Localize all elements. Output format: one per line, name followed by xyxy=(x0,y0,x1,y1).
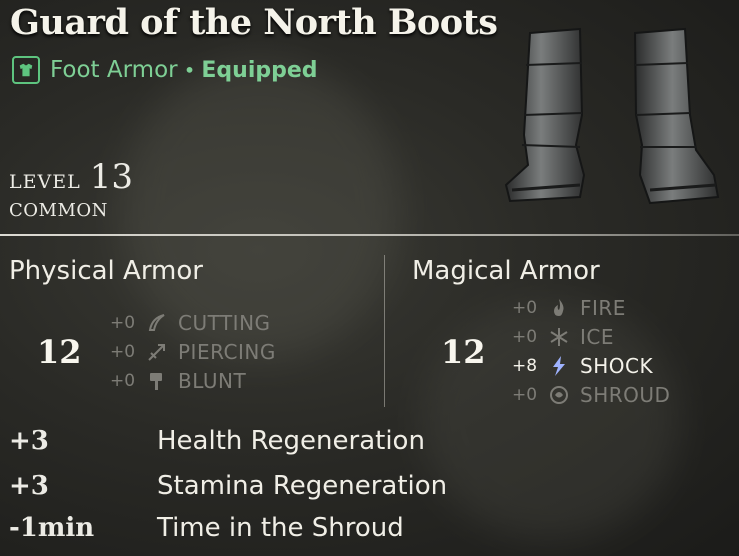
item-category: Foot Armor xyxy=(50,57,178,83)
cutting-label: CUTTING xyxy=(178,310,271,335)
equipped-status: Equipped xyxy=(201,57,318,83)
magical-armor-total: 12 xyxy=(441,333,486,371)
shroud-value: +0 xyxy=(512,384,538,405)
piercing-value: +0 xyxy=(110,341,136,362)
section-divider xyxy=(0,234,739,236)
shroud-time-value: -1min xyxy=(9,513,95,543)
level-value: 13 xyxy=(89,157,133,197)
magical-armor-list: +0 FIRE +0 ICE +8 SHOCK +0 SHROUD xyxy=(512,293,670,409)
magical-row-shock: +8 SHOCK xyxy=(512,351,670,380)
bonus-row-health: +3 Health Regeneration xyxy=(9,426,425,456)
magical-row-shroud: +0 SHROUD xyxy=(512,380,670,409)
ice-label: ICE xyxy=(580,324,614,349)
left-boot xyxy=(504,27,586,203)
blunt-value: +0 xyxy=(110,370,136,391)
fire-label: FIRE xyxy=(580,295,626,320)
right-boot xyxy=(633,27,720,205)
cutting-icon xyxy=(146,312,168,334)
shroud-time-label: Time in the Shroud xyxy=(157,513,404,543)
physical-row-piercing: +0 PIERCING xyxy=(110,337,276,366)
magical-armor-title: Magical Armor xyxy=(412,256,600,286)
health-regen-label: Health Regeneration xyxy=(157,426,425,456)
blunt-icon xyxy=(146,370,168,392)
lightning-icon xyxy=(548,355,570,377)
stamina-regen-label: Stamina Regeneration xyxy=(157,471,448,501)
bonus-row-stamina: +3 Stamina Regeneration xyxy=(9,471,447,501)
piercing-icon xyxy=(146,341,168,363)
column-separator xyxy=(384,255,385,407)
shroud-icon xyxy=(548,384,570,406)
physical-armor-title: Physical Armor xyxy=(9,256,203,286)
physical-armor-list: +0 CUTTING +0 PIERCING +0 BLUNT xyxy=(110,308,276,395)
magical-row-fire: +0 FIRE xyxy=(512,293,670,322)
armor-category-icon xyxy=(12,56,40,84)
stamina-regen-value: +3 xyxy=(9,471,49,501)
snowflake-icon xyxy=(548,326,570,348)
physical-row-cutting: +0 CUTTING xyxy=(110,308,276,337)
piercing-label: PIERCING xyxy=(178,339,276,364)
physical-armor-total: 12 xyxy=(37,333,82,371)
shock-value: +8 xyxy=(512,355,538,376)
magical-row-ice: +0 ICE xyxy=(512,322,670,351)
item-level: LEVEL 13 xyxy=(9,157,133,197)
fire-value: +0 xyxy=(512,297,538,318)
ice-value: +0 xyxy=(512,326,538,347)
health-regen-value: +3 xyxy=(9,426,49,456)
fire-icon xyxy=(548,297,570,319)
blunt-label: BLUNT xyxy=(178,368,247,393)
level-label: LEVEL xyxy=(9,171,81,193)
boots-image xyxy=(504,27,720,205)
cutting-value: +0 xyxy=(110,312,136,333)
item-subtitle: Foot Armor • Equipped xyxy=(12,56,318,84)
physical-row-blunt: +0 BLUNT xyxy=(110,366,276,395)
separator-dot: • xyxy=(183,58,196,82)
shock-label: SHOCK xyxy=(580,353,654,378)
bonus-row-shroud-time: -1min Time in the Shroud xyxy=(9,513,404,543)
shroud-label: SHROUD xyxy=(580,382,671,407)
item-title: Guard of the North Boots xyxy=(10,2,498,43)
item-rarity: COMMON xyxy=(9,200,108,221)
